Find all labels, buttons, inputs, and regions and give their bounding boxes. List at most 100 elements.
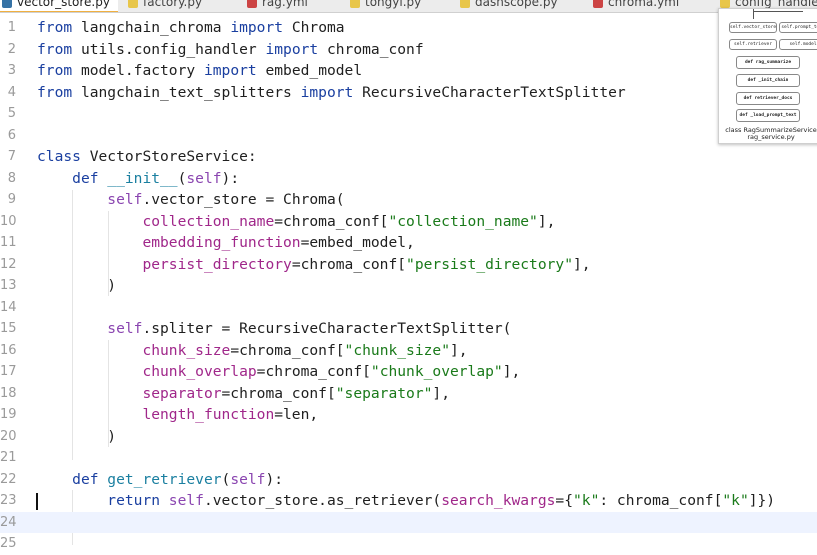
line-number: 24 (0, 514, 17, 530)
code-text: chunk_size=chroma_conf["chunk_size"], (37, 340, 468, 362)
line-number: 6 (7, 127, 16, 143)
code-text: def get_retriever(self): (37, 469, 283, 491)
code-line[interactable]: 16 chunk_size=chroma_conf["chunk_size"], (0, 340, 817, 362)
code-text: from langchain_text_splitters import Rec… (37, 82, 626, 104)
code-token: from (37, 40, 73, 58)
code-line[interactable]: 12 persist_directory=chroma_conf["persis… (0, 254, 817, 276)
code-token: self (230, 470, 266, 488)
diagram-node: def _load_prompt_text (736, 109, 800, 122)
python-file-icon (720, 0, 730, 8)
line-number: 15 (0, 321, 17, 336)
code-line[interactable]: 1 from langchain_chroma import Chroma (0, 17, 817, 39)
tab-dashscope-py[interactable]: dashscope.py (460, 0, 558, 11)
code-line[interactable]: 15 self.spliter = RecursiveCharacterText… (0, 318, 817, 340)
code-token: import (195, 62, 257, 79)
diagram-node: self.prompt_text (779, 22, 817, 33)
code-line[interactable]: 17 chunk_overlap=chroma_conf["chunk_over… (0, 361, 817, 383)
code-token: chroma_conf (318, 40, 424, 58)
code-line[interactable]: 9 self.vector_store = Chroma( (0, 189, 817, 211)
code-line[interactable]: 14 (0, 297, 817, 319)
python-file-icon (460, 0, 470, 8)
code-line[interactable]: 20 ) (0, 426, 817, 448)
code-token: __init__ (98, 169, 178, 187)
code-line[interactable]: 23 return self.vector_store.as_retriever… (0, 490, 817, 512)
code-token: model.factory (72, 62, 196, 79)
code-line[interactable]: 19 length_function=len, (0, 404, 817, 426)
code-text: separator=chroma_conf["separator"], (37, 383, 450, 405)
code-text: ) (37, 426, 116, 448)
tab-chroma-yml[interactable]: chroma.yml (593, 0, 679, 11)
code-token: =embed_model, (300, 234, 415, 251)
code-text: length_function=len, (37, 404, 318, 426)
code-line[interactable]: 21 (0, 447, 817, 469)
tab-tongyi-py[interactable]: tongyi.py (350, 0, 421, 11)
code-line[interactable]: 22 def get_retriever(self): (0, 469, 817, 491)
code-line[interactable]: 5 (0, 103, 817, 125)
code-token: ) (37, 427, 117, 445)
tab-label: dashscope.py (475, 0, 558, 9)
code-token: import (221, 19, 284, 36)
code-line[interactable]: 3 from model.factory import embed_model (0, 60, 817, 82)
code-token: def (72, 470, 99, 488)
code-token: =chroma_conf[ (230, 341, 345, 359)
code-token: ): (221, 169, 240, 187)
tab-vector-store-py[interactable]: vector_store.py (0, 0, 118, 12)
code-line[interactable]: 13 ) (0, 275, 817, 297)
code-token: ], (449, 341, 468, 359)
code-line[interactable]: 6 (0, 125, 817, 147)
code-token: RecursiveCharacterTextSplitter (353, 83, 626, 101)
code-line[interactable]: 24 (0, 511, 817, 533)
diagram-filename: rag_service.py (747, 133, 795, 141)
code-text: from model.factory import embed_model (37, 60, 362, 82)
line-number: 25 (0, 536, 17, 551)
diagram-node: self.vector_store (729, 22, 777, 33)
line-number: 12 (0, 256, 17, 272)
code-token: def (72, 169, 99, 187)
code-token: import (256, 40, 319, 58)
tab-rag-yml[interactable]: rag.yml (247, 0, 308, 11)
code-token: get_retriever (98, 470, 222, 488)
code-line[interactable]: 8 def __init__(self): (0, 168, 817, 190)
code-line[interactable]: 11 embedding_function=embed_model, (0, 232, 817, 254)
code-token: =chroma_conf[ (274, 212, 389, 230)
line-number: 3 (7, 63, 16, 78)
diagram-node: self.retriever (729, 39, 777, 50)
code-token: ): (265, 470, 284, 488)
code-editor[interactable]: 1 from langchain_chroma import Chroma 2 fro… (0, 17, 817, 551)
code-text: embedding_function=embed_model, (37, 232, 415, 254)
code-line[interactable]: 2 from utils.config_handler import chroma… (0, 39, 817, 61)
line-number: 16 (0, 342, 17, 358)
code-token: utils.config_handler (72, 40, 257, 58)
code-token: langchain_chroma (72, 19, 222, 36)
code-token: separator (142, 384, 222, 402)
code-token: ) (37, 277, 117, 294)
code-text: return self.vector_store.as_retriever(se… (37, 490, 775, 512)
python-file-icon (128, 0, 138, 8)
code-line[interactable]: 7 class VectorStoreService: (0, 146, 817, 168)
diagram-connector (753, 11, 803, 12)
code-token: "chunk_size" (344, 341, 450, 359)
code-line[interactable]: 4 from langchain_text_splitters import Re… (0, 82, 817, 104)
line-number: 13 (0, 278, 17, 293)
code-line[interactable]: 10 collection_name=chroma_conf["collecti… (0, 211, 817, 233)
code-token: "separator" (335, 384, 433, 402)
code-line[interactable]: 18 separator=chroma_conf["separator"], (0, 383, 817, 405)
line-number: 11 (0, 235, 17, 250)
code-text: ) (37, 275, 116, 297)
code-token: ], (572, 255, 591, 273)
diagram-preview-popup[interactable]: self.vector_storeself.prompt_textself.re… (718, 8, 817, 144)
line-number: 23 (0, 493, 17, 508)
code-text: collection_name=chroma_conf["collection_… (37, 211, 555, 233)
code-text: class VectorStoreService: (37, 146, 257, 168)
tab-factory-py[interactable]: factory.py (128, 0, 202, 11)
code-token: : chroma_conf[ (599, 492, 723, 509)
code-token: Chroma (283, 19, 345, 36)
editor-tab-bar: vector_store.py factory.py rag.yml tongyi.p… (0, 0, 817, 13)
code-line[interactable]: 25 (0, 533, 817, 555)
